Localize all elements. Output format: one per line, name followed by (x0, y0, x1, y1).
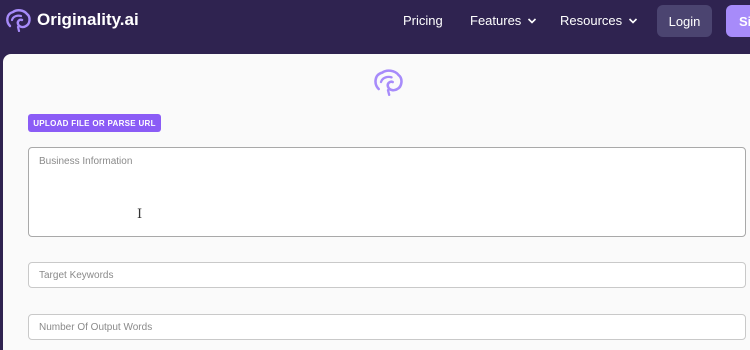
output-words-input[interactable]: Number Of Output Words (28, 314, 746, 340)
nav-features-label: Features (470, 13, 522, 28)
chevron-down-icon (629, 17, 638, 24)
target-keywords-input[interactable]: Target Keywords (28, 262, 746, 288)
nav-resources-label: Resources (560, 13, 623, 28)
nav-resources[interactable]: Resources (560, 13, 638, 28)
nav-pricing-label: Pricing (403, 13, 443, 28)
brain-logo-icon (6, 9, 31, 32)
chevron-down-icon (528, 17, 537, 24)
upload-file-button[interactable]: UPLOAD FILE OR PARSE URL (28, 114, 161, 132)
target-keywords-placeholder: Target Keywords (39, 269, 114, 281)
login-button[interactable]: Login (657, 5, 712, 37)
output-words-placeholder: Number Of Output Words (39, 321, 153, 333)
business-information-textarea[interactable]: Business Information (28, 147, 746, 237)
brain-icon (374, 69, 403, 96)
brand-logo[interactable]: Originality.ai (4, 8, 139, 32)
nav-pricing[interactable]: Pricing (403, 13, 443, 28)
nav-features[interactable]: Features (470, 13, 537, 28)
signup-button[interactable]: Si (726, 5, 750, 37)
business-information-placeholder: Business Information (39, 156, 133, 167)
brand-name: Originality.ai (37, 10, 139, 29)
top-navbar: Originality.ai Pricing Features Resource… (0, 0, 750, 44)
text-cursor-icon: I (137, 207, 143, 222)
